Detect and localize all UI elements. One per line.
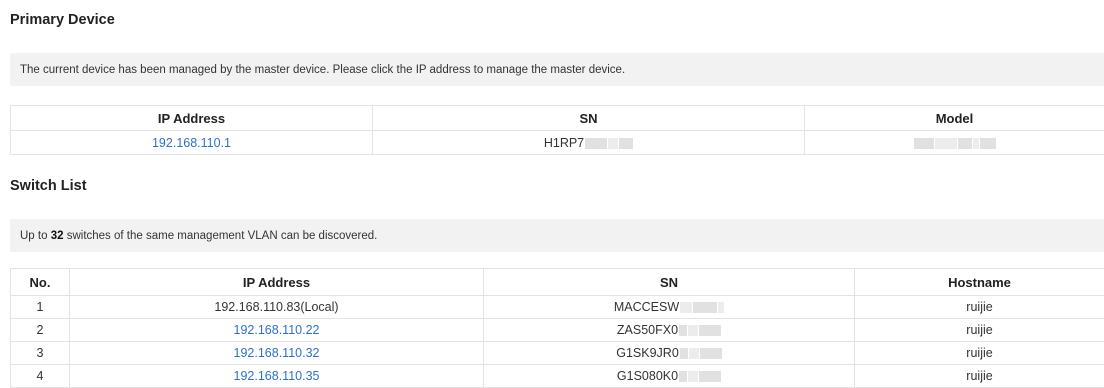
row-number-cell: 1 [10, 295, 70, 319]
sn-text: G1SK9JR0 [616, 346, 679, 360]
model-redaction-mask [913, 137, 996, 149]
sn-cell: G1S080K0 [483, 364, 855, 388]
column-header-model: Model [804, 105, 1104, 131]
primary-device-model-cell [804, 130, 1104, 155]
device-management-page: Primary Device The current device has be… [0, 0, 1104, 388]
switch-list-title: Switch List [10, 178, 87, 194]
ip-address-cell: 192.168.110.32 [69, 341, 484, 365]
sn-text: ZAS50FX0 [616, 323, 679, 337]
table-row: 4 192.168.110.35 G1S080K0 ruijie [10, 364, 1104, 388]
column-header-sn: SN [372, 105, 805, 131]
table-row: 2 192.168.110.22 ZAS50FX0 ruijie [10, 318, 1104, 342]
hostname-cell: ruijie [854, 295, 1104, 319]
primary-device-title: Primary Device [10, 12, 115, 28]
primary-device-sn-text: H1RP7 [543, 135, 585, 150]
hostname-cell: ruijie [854, 341, 1104, 365]
primary-device-sn-cell: H1RP7 [372, 130, 805, 155]
sn-redaction-mask [678, 325, 722, 337]
primary-device-notice-text: The current device has been managed by t… [20, 63, 626, 76]
row-number-cell: 3 [10, 341, 70, 365]
primary-device-notice: The current device has been managed by t… [10, 53, 1104, 86]
primary-device-ip-link[interactable]: 192.168.110.1 [152, 136, 231, 150]
sn-redaction-mask [679, 302, 725, 314]
sn-redaction-mask [678, 371, 722, 383]
ip-address-cell: 192.168.110.35 [69, 364, 484, 388]
ip-address-cell: 192.168.110.22 [69, 318, 484, 342]
switch-list-notice-suffix: switches of the same management VLAN can… [66, 229, 378, 242]
sn-cell: G1SK9JR0 [483, 341, 855, 365]
sn-text: MACCESW [613, 300, 680, 314]
column-header-sn: SN [483, 268, 855, 296]
sn-cell: MACCESW [483, 295, 855, 319]
ip-address-link[interactable]: 192.168.110.35 [234, 369, 320, 383]
primary-device-table: IP Address SN Model 192.168.110.1 H1RP7 [10, 105, 1104, 155]
column-header-hostname: Hostname [854, 268, 1104, 296]
column-header-ip-address: IP Address [69, 268, 484, 296]
ip-address-link[interactable]: 192.168.110.32 [234, 346, 320, 360]
row-number-cell: 4 [10, 364, 70, 388]
switch-list-notice-prefix: Up to [20, 229, 48, 242]
switch-list-header-row: No. IP Address SN Hostname [10, 268, 1104, 296]
switch-list-table: No. IP Address SN Hostname 1 192.168.110… [10, 268, 1104, 388]
primary-device-header-row: IP Address SN Model [10, 105, 1104, 131]
hostname-cell: ruijie [854, 318, 1104, 342]
switch-list-notice: Up to 32 switches of the same management… [10, 219, 1104, 252]
switch-list-notice-count: 32 [50, 229, 64, 242]
table-row: 1 192.168.110.83(Local) MACCESW ruijie [10, 295, 1104, 319]
column-header-ip-address: IP Address [10, 105, 373, 131]
primary-device-ip-cell: 192.168.110.1 [10, 130, 373, 155]
ip-address-text-local: 192.168.110.83(Local) [214, 300, 339, 314]
column-header-no: No. [10, 268, 70, 296]
row-number-cell: 2 [10, 318, 70, 342]
table-row: 192.168.110.1 H1RP7 [10, 130, 1104, 155]
ip-address-link[interactable]: 192.168.110.22 [234, 323, 320, 337]
hostname-cell: ruijie [854, 364, 1104, 388]
sn-redaction-mask [584, 137, 634, 149]
ip-address-cell: 192.168.110.83(Local) [69, 295, 484, 319]
sn-cell: ZAS50FX0 [483, 318, 855, 342]
table-row: 3 192.168.110.32 G1SK9JR0 ruijie [10, 341, 1104, 365]
sn-redaction-mask [679, 348, 722, 360]
sn-text: G1S080K0 [616, 369, 679, 383]
